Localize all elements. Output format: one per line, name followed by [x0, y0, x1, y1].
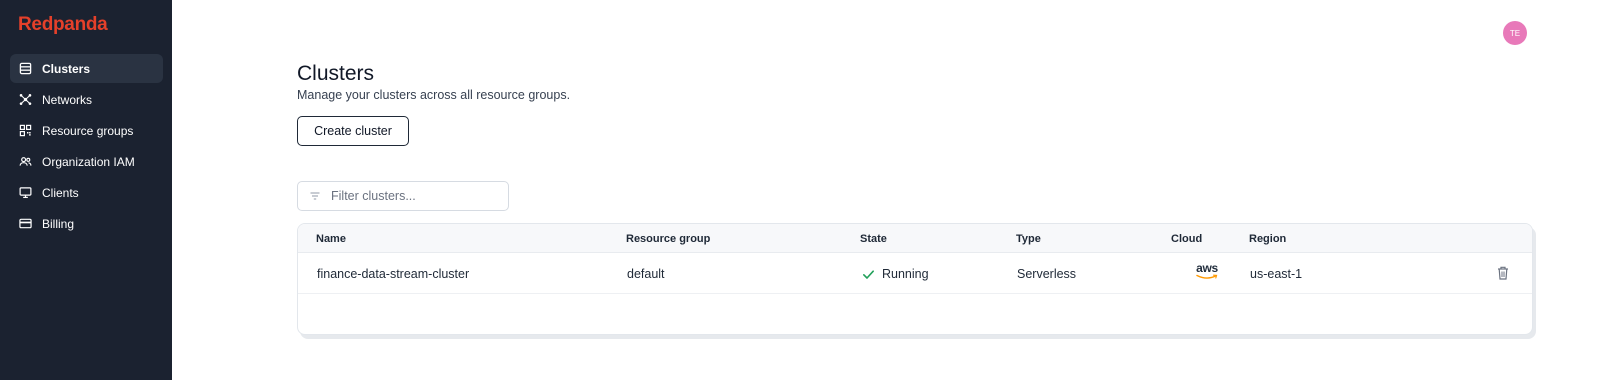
region-cell: us-east-1: [1250, 267, 1303, 281]
column-header-type[interactable]: Type: [1016, 233, 1041, 245]
column-header-name[interactable]: Name: [316, 233, 346, 245]
check-icon: [862, 268, 875, 281]
sidebar-item-resource-groups[interactable]: Resource groups: [10, 116, 163, 145]
clusters-table: Name Resource group State Type Cloud Reg…: [297, 223, 1533, 335]
filter-box[interactable]: [297, 181, 509, 211]
filter-icon: [309, 190, 321, 202]
sidebar-item-label: Resource groups: [42, 123, 134, 138]
aws-icon: aws: [1194, 262, 1220, 284]
table-row[interactable]: finance-data-stream-cluster default Runn…: [298, 253, 1532, 294]
filter-clusters-input[interactable]: [331, 189, 501, 203]
sidebar-item-label: Networks: [42, 92, 93, 107]
state-label: Running: [882, 267, 929, 281]
monitor-icon: [19, 186, 32, 199]
clusters-icon: [19, 62, 32, 75]
resource-groups-icon: [19, 124, 32, 137]
state-cell: Running: [862, 267, 929, 281]
sidebar-item-billing[interactable]: Billing: [10, 209, 163, 238]
sidebar-item-clusters[interactable]: Clusters: [10, 54, 163, 83]
sidebar-item-label: Clients: [42, 185, 79, 200]
table-header: Name Resource group State Type Cloud Reg…: [298, 224, 1532, 253]
sidebar-item-networks[interactable]: Networks: [10, 85, 163, 114]
page-subtitle: Manage your clusters across all resource…: [297, 88, 571, 102]
create-cluster-button[interactable]: Create cluster: [297, 116, 409, 146]
cluster-name-link[interactable]: finance-data-stream-cluster: [317, 267, 469, 281]
sidebar: Redpanda Clusters Networks Resource grou…: [0, 0, 172, 380]
resource-group-cell: default: [627, 267, 665, 281]
sidebar-item-organization-iam[interactable]: Organization IAM: [10, 147, 163, 176]
sidebar-item-label: Organization IAM: [42, 154, 135, 169]
page-title: Clusters: [297, 62, 375, 85]
users-icon: [19, 155, 32, 168]
sidebar-item-clients[interactable]: Clients: [10, 178, 163, 207]
sidebar-item-label: Billing: [42, 216, 75, 231]
sidebar-item-label: Clusters: [42, 61, 91, 76]
redpanda-logo[interactable]: Redpanda: [18, 14, 108, 36]
column-header-resource-group[interactable]: Resource group: [626, 233, 710, 245]
column-header-region[interactable]: Region: [1249, 233, 1286, 245]
delete-trash-icon[interactable]: [1496, 265, 1510, 281]
cloud-label: aws: [1196, 261, 1218, 275]
column-header-state[interactable]: State: [860, 233, 887, 245]
sidebar-nav: Clusters Networks Resource groups Organi…: [10, 54, 163, 240]
column-header-cloud[interactable]: Cloud: [1171, 233, 1202, 245]
network-icon: [19, 93, 32, 106]
credit-card-icon: [19, 217, 32, 230]
type-cell: Serverless: [1017, 267, 1077, 281]
user-avatar[interactable]: TE: [1503, 21, 1527, 45]
